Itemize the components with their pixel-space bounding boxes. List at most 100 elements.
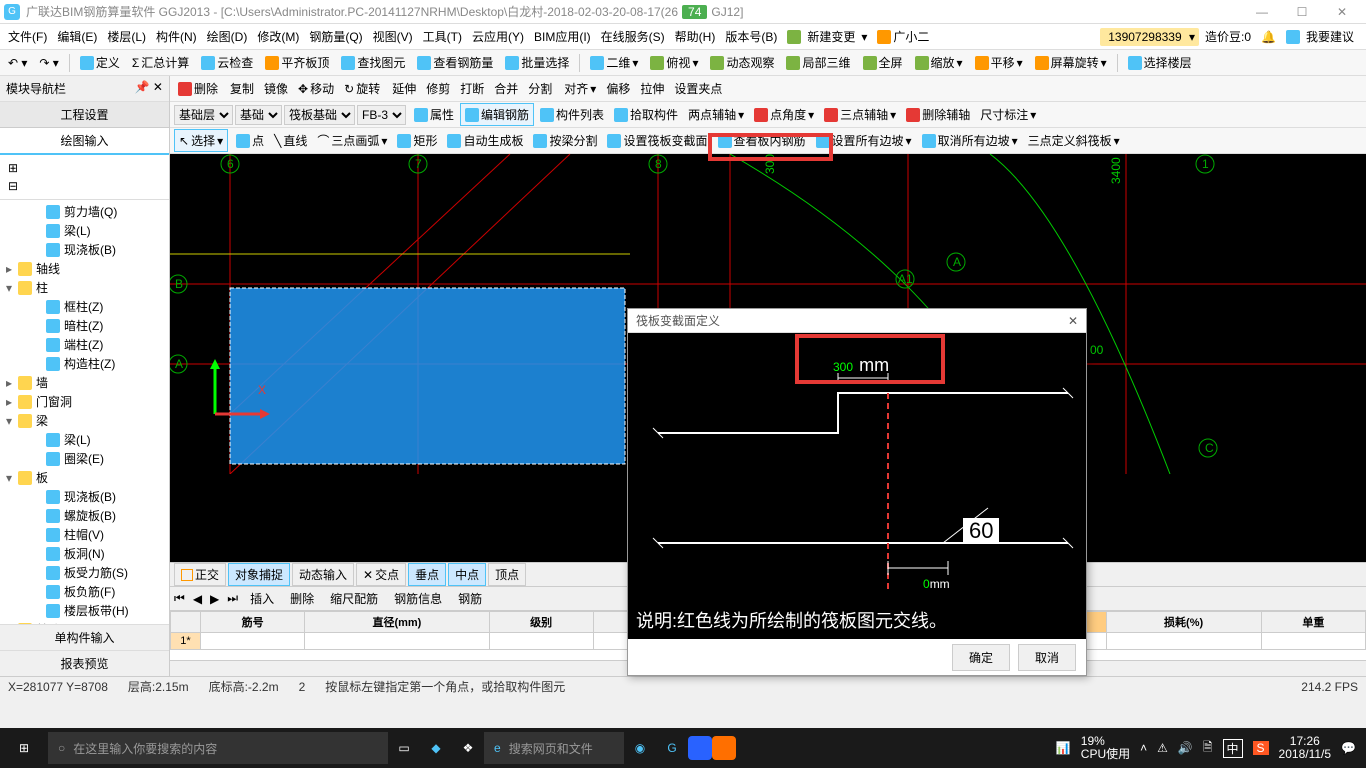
fullscreen-button[interactable]: 全屏 <box>859 52 907 73</box>
tree-item[interactable]: 板受力筋(S) <box>2 563 167 582</box>
top-view-button[interactable]: 俯视 ▾ <box>646 52 702 73</box>
ime-s-icon[interactable]: S <box>1253 741 1269 755</box>
pan-button[interactable]: 平移 ▾ <box>971 52 1027 73</box>
task-app-1[interactable]: ◆ <box>420 732 452 764</box>
menu-tool[interactable]: 工具(T) <box>419 26 466 47</box>
three-point-aux-button[interactable]: 三点辅轴 ▾ <box>820 104 900 125</box>
cloud-check-button[interactable]: 云检查 <box>197 52 257 73</box>
tree-item[interactable]: 剪力墙(Q) <box>2 202 167 221</box>
pick-member-button[interactable]: 拾取构件 <box>610 104 682 125</box>
batch-select-button[interactable]: 批量选择 <box>501 52 573 73</box>
nav-next-button[interactable]: ▶ <box>210 592 219 606</box>
property-button[interactable]: 属性 <box>410 104 458 125</box>
menu-floor[interactable]: 楼层(L) <box>103 26 150 47</box>
sum-button[interactable]: Σ 汇总计算 <box>128 52 193 73</box>
three-point-slope-button[interactable]: 三点定义斜筏板 ▾ <box>1024 130 1124 151</box>
tray-doc-icon[interactable]: 🗎 <box>1203 738 1213 759</box>
minimize-button[interactable]: — <box>1242 5 1282 19</box>
nav-prev-button[interactable]: ◀ <box>193 592 202 606</box>
menu-version[interactable]: 版本号(B) <box>721 26 781 47</box>
tree-item[interactable]: 现浇板(B) <box>2 487 167 506</box>
insert-row-button[interactable]: 插入 <box>246 588 278 609</box>
task-app-6[interactable] <box>712 736 736 760</box>
perf-icon[interactable]: 📊 <box>1056 741 1071 755</box>
task-app-2[interactable]: ❖ <box>452 732 484 764</box>
define-button[interactable]: 定义 <box>76 52 124 73</box>
snap-mid-button[interactable]: 中点 <box>448 563 486 586</box>
tray-clock[interactable]: 17:262018/11/5 <box>1279 735 1332 761</box>
tree-item[interactable]: 暗柱(Z) <box>2 316 167 335</box>
trim-button[interactable]: 修剪 <box>422 78 454 99</box>
delete-row-button[interactable]: 删除 <box>286 588 318 609</box>
tree-item[interactable]: 梁(L) <box>2 430 167 449</box>
grip-button[interactable]: 设置夹点 <box>670 78 726 99</box>
tree-item[interactable]: ▸门窗洞 <box>2 392 167 411</box>
two-point-aux-button[interactable]: 两点辅轴 ▾ <box>684 104 748 125</box>
tab-project-settings[interactable]: 工程设置 <box>0 102 169 128</box>
scale-rebar-button[interactable]: 缩尺配筋 <box>326 588 382 609</box>
feedback-button[interactable]: 我要建议 <box>1282 24 1362 49</box>
select-tool-button[interactable]: ↖ 选择 ▾ <box>174 129 228 152</box>
cancel-all-slope-button[interactable]: 取消所有边坡 ▾ <box>918 130 1022 151</box>
member-list-button[interactable]: 构件列表 <box>536 104 608 125</box>
menu-modify[interactable]: 修改(M) <box>253 26 303 47</box>
task-app-3[interactable]: ◉ <box>624 732 656 764</box>
menu-help[interactable]: 帮助(H) <box>671 26 720 47</box>
type-select[interactable]: 筏板基础 <box>284 105 355 125</box>
menu-member[interactable]: 构件(N) <box>152 26 201 47</box>
menu-view[interactable]: 视图(V) <box>369 26 417 47</box>
close-button[interactable]: ✕ <box>1322 5 1362 19</box>
rotate-screen-button[interactable]: 屏幕旋转 ▾ <box>1031 52 1111 73</box>
tree-item[interactable]: 构造柱(Z) <box>2 354 167 373</box>
orbit-button[interactable]: 动态观察 <box>706 52 778 73</box>
extend-button[interactable]: 延伸 <box>388 78 420 99</box>
task-app-5[interactable] <box>688 736 712 760</box>
dyn-input-button[interactable]: 动态输入 <box>292 563 354 586</box>
task-app-4[interactable]: G <box>656 732 688 764</box>
ime-indicator[interactable]: 中 <box>1223 739 1243 758</box>
tree-item[interactable]: 框柱(Z) <box>2 297 167 316</box>
offset-button[interactable]: 偏移 <box>602 78 634 99</box>
delete-aux-button[interactable]: 删除辅轴 <box>902 104 974 125</box>
tree-item[interactable]: 螺旋板(B) <box>2 506 167 525</box>
layer-select[interactable]: 基础层 <box>174 105 233 125</box>
delete-button[interactable]: 删除 <box>174 78 222 99</box>
select-floor-button[interactable]: 选择楼层 <box>1124 52 1196 73</box>
align-button[interactable]: 对齐 ▾ <box>560 78 600 99</box>
edit-rebar-button[interactable]: 编辑钢筋 <box>460 103 534 126</box>
align-slab-button[interactable]: 平齐板顶 <box>261 52 333 73</box>
taskbar-search[interactable]: ○ 在这里输入你要搜索的内容 <box>48 732 388 764</box>
merge-button[interactable]: 合并 <box>490 78 522 99</box>
dialog-close-button[interactable]: ✕ <box>1068 314 1078 328</box>
expand-tree-button[interactable]: ⊞ <box>4 159 165 177</box>
rotate-button[interactable]: ↻ 旋转 <box>340 78 384 99</box>
collapse-tree-button[interactable]: ⊟ <box>4 177 165 195</box>
tree-item[interactable]: ▾板 <box>2 468 167 487</box>
tree-item[interactable]: 端柱(Z) <box>2 335 167 354</box>
nav-last-button[interactable]: ⏭ <box>227 591 238 606</box>
tray-alert-icon[interactable]: ⚠ <box>1157 741 1168 755</box>
ok-button[interactable]: 确定 <box>952 644 1010 671</box>
category-select[interactable]: 基础 <box>235 105 282 125</box>
tree-item[interactable]: 圈梁(E) <box>2 449 167 468</box>
menu-online[interactable]: 在线服务(S) <box>597 26 669 47</box>
undo-button[interactable]: ↶ ▾ <box>4 54 31 72</box>
menu-file[interactable]: 文件(F) <box>4 26 51 47</box>
taskview-icon[interactable]: ▭ <box>388 732 420 764</box>
view-slab-rebar-button[interactable]: 查看板内钢筋 <box>714 130 810 151</box>
rect-tool-button[interactable]: 矩形 <box>393 130 441 151</box>
new-change-button[interactable]: 新建变更 ▾ <box>783 24 871 49</box>
view-2d-button[interactable]: 二维 ▾ <box>586 52 642 73</box>
tree-item[interactable]: ▾梁 <box>2 411 167 430</box>
redo-button[interactable]: ↷ ▾ <box>35 54 62 72</box>
nav-first-button[interactable]: ⏮ <box>174 591 185 606</box>
user-button[interactable]: 广小二 <box>873 26 933 47</box>
tray-notification-icon[interactable]: 💬 <box>1341 741 1356 755</box>
menu-draw[interactable]: 绘图(D) <box>203 26 252 47</box>
move-button[interactable]: ✥ 移动 <box>294 78 338 99</box>
menu-cloud[interactable]: 云应用(Y) <box>468 26 528 47</box>
tree-item[interactable]: 板负筋(F) <box>2 582 167 601</box>
dimension-button[interactable]: 尺寸标注 ▾ <box>976 104 1040 125</box>
line-tool-button[interactable]: ╲ 直线 <box>270 130 311 151</box>
rebar-button[interactable]: 钢筋 <box>454 588 486 609</box>
